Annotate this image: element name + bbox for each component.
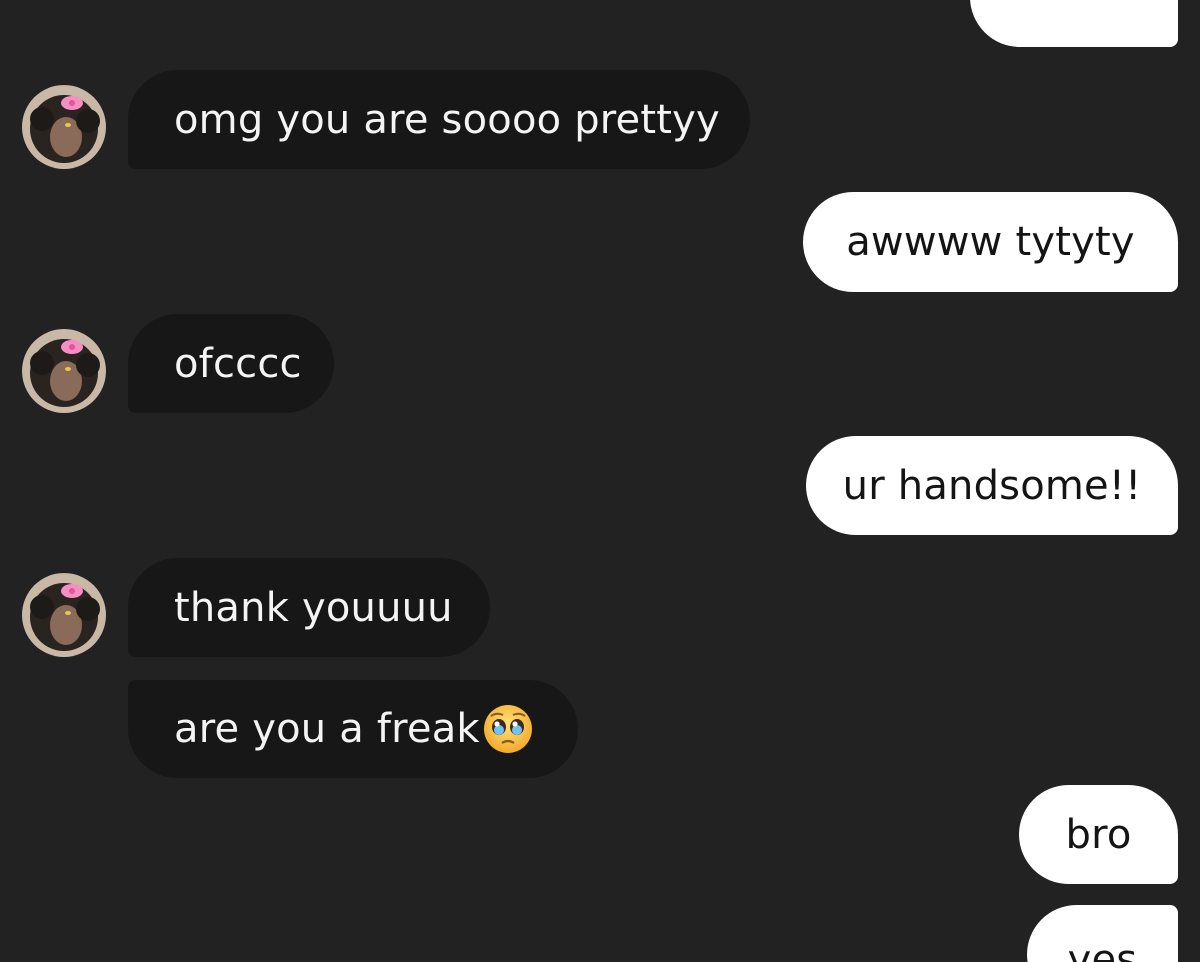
message-text: thank youuuu <box>174 584 453 631</box>
incoming-message[interactable]: thank youuuu <box>128 558 490 657</box>
message-text: omg you are soooo prettyy <box>174 96 720 143</box>
outgoing-message[interactable]: bro <box>1019 785 1178 884</box>
outgoing-message[interactable]: yes <box>1027 905 1178 962</box>
message-text: bro <box>1065 811 1132 858</box>
sender-avatar[interactable] <box>22 329 106 413</box>
message-text: yes <box>1067 937 1138 962</box>
outgoing-message[interactable]: awwww tytyty <box>803 192 1178 292</box>
message-text: awwww tytyty <box>846 219 1135 265</box>
message-text: ur handsome!! <box>842 462 1142 509</box>
incoming-message[interactable]: are you a freak <box>128 680 578 778</box>
chat-thread: omg you are soooo prettyy awwww tytyty o… <box>0 0 1200 962</box>
sender-avatar[interactable] <box>22 85 106 169</box>
profile-avatar-icon <box>22 85 106 169</box>
outgoing-message-partial[interactable] <box>970 0 1178 47</box>
message-text: are you a freak <box>174 706 480 752</box>
incoming-message[interactable]: omg you are soooo prettyy <box>128 70 750 169</box>
profile-avatar-icon <box>22 329 106 413</box>
profile-avatar-icon <box>22 573 106 657</box>
pleading-face-emoji-icon <box>483 705 532 753</box>
sender-avatar[interactable] <box>22 573 106 657</box>
incoming-message[interactable]: ofcccc <box>128 314 334 413</box>
message-text: ofcccc <box>174 340 302 387</box>
outgoing-message[interactable]: ur handsome!! <box>806 436 1178 535</box>
